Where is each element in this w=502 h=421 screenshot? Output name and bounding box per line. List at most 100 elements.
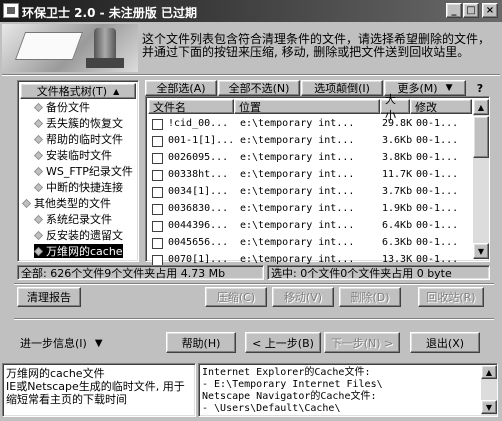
file-name-cell: !cid_00... bbox=[168, 118, 229, 129]
row-checkbox[interactable] bbox=[152, 136, 163, 147]
more-dropdown-icon: ▼ bbox=[445, 83, 453, 93]
tree-node-icon bbox=[34, 182, 43, 192]
column-header-size[interactable]: 大小 bbox=[380, 93, 410, 122]
scroll-down-icon[interactable]: ▼ bbox=[473, 243, 489, 259]
tree-node-icon bbox=[34, 166, 43, 176]
info-scroll-down-icon[interactable]: ▼ bbox=[481, 400, 497, 414]
info-scroll-up-icon[interactable]: ▲ bbox=[481, 365, 497, 379]
table-row[interactable]: 0044396... e:\temporary int... 6.4Kb 00-1..… bbox=[148, 218, 471, 235]
list-scrollbar[interactable]: ▲ ▼ bbox=[473, 99, 489, 259]
file-name-cell: 00338ht... bbox=[168, 169, 229, 180]
recycle-bin-button[interactable]: 回收站(R) bbox=[418, 287, 484, 307]
compress-button[interactable]: 压缩(C) bbox=[205, 287, 267, 307]
help-button[interactable]: 帮助(H) bbox=[166, 332, 236, 353]
category-description: 万维网的cache文件 IE或Netscape生成的临时文件, 用于缩短常看主页… bbox=[2, 363, 196, 417]
table-row[interactable]: 0034[1]... e:\temporary int... 3.7Kb 00-1..… bbox=[148, 184, 471, 201]
file-location-cell: e:\temporary int... bbox=[240, 118, 355, 129]
tree-item[interactable]: WS_FTP纪录文件 bbox=[34, 164, 133, 178]
file-size-cell: 3.8Kb bbox=[382, 152, 412, 163]
scroll-up-icon[interactable]: ▲ bbox=[473, 99, 489, 115]
tree-header[interactable]: 文件格式树(T) ▲ bbox=[20, 83, 136, 99]
title-bar[interactable]: 环保卫士 2.0 - 未注册版 已过期 _ □ × bbox=[0, 0, 502, 22]
file-modified-cell: 00-1... bbox=[416, 186, 459, 197]
file-name-cell: 0045656... bbox=[168, 237, 229, 248]
tree-item-label: 系统纪录文件 bbox=[46, 213, 112, 226]
banner-description: 这个文件列表包含符合清理条件的文件，请选择希望删除的文件，并通过下面的按钮来压缩… bbox=[142, 32, 491, 59]
row-checkbox[interactable] bbox=[152, 221, 163, 232]
tree-item[interactable]: 安装临时文件 bbox=[34, 148, 112, 162]
file-size-cell: 3.7Kb bbox=[382, 186, 412, 197]
cleanup-report-button[interactable]: 清理报告 bbox=[17, 287, 81, 307]
tree-item[interactable]: 丢失簇的恢复文 bbox=[34, 116, 123, 130]
table-row[interactable]: 0036830... e:\temporary int... 1.9Kb 00-1..… bbox=[148, 201, 471, 218]
stamp-graphic bbox=[94, 28, 116, 62]
more-info-toggle[interactable]: 进一步信息(I) ▼ bbox=[14, 333, 124, 353]
select-all-button[interactable]: 全部选(A) bbox=[145, 80, 217, 96]
table-row[interactable]: !cid_00... e:\temporary int... 29.8Kb 00-1.… bbox=[148, 116, 471, 133]
invert-selection-button[interactable]: 选项颠倒(I) bbox=[301, 80, 383, 96]
table-row[interactable]: 001-1[1]... e:\temporary int... 3.6Kb 00-1.… bbox=[148, 133, 471, 150]
row-checkbox[interactable] bbox=[152, 187, 163, 198]
file-location-cell: e:\temporary int... bbox=[240, 203, 355, 214]
column-header-location[interactable]: 位置 bbox=[234, 99, 380, 114]
tree-item[interactable]: 帮助的临时文件 bbox=[34, 132, 123, 146]
file-size-cell: 6.3Kb bbox=[382, 237, 412, 248]
tree-item[interactable]: 万维网的cache bbox=[34, 244, 123, 258]
file-modified-cell: 00-1... bbox=[416, 152, 459, 163]
tree-item[interactable]: 系统纪录文件 bbox=[34, 212, 112, 226]
tree-item-label: 万维网的cache bbox=[46, 245, 123, 258]
table-row[interactable]: 0026095... e:\temporary int... 3.8Kb 00-1..… bbox=[148, 150, 471, 167]
tree-node-icon bbox=[34, 118, 43, 128]
tree-item[interactable]: 反安装的遗留文 bbox=[34, 228, 123, 242]
close-button[interactable]: × bbox=[482, 3, 498, 18]
tree-node-icon bbox=[34, 230, 43, 240]
table-row[interactable]: 00338ht... e:\temporary int... 11.7Kb 00-1.… bbox=[148, 167, 471, 184]
select-none-button[interactable]: 全部不选(N) bbox=[218, 80, 300, 96]
file-location-cell: e:\temporary int... bbox=[240, 135, 355, 146]
column-header-name[interactable]: 文件名 bbox=[148, 99, 234, 114]
tree-item-label: 丢失簇的恢复文 bbox=[46, 117, 123, 130]
help-question-icon[interactable]: ? bbox=[470, 80, 490, 96]
next-button[interactable]: 下一步(N) > bbox=[324, 332, 400, 353]
back-button[interactable]: < 上一步(B) bbox=[245, 332, 321, 353]
tree-item[interactable]: 其他类型的文件 bbox=[22, 196, 111, 210]
row-checkbox[interactable] bbox=[152, 204, 163, 215]
tree-item-label: 备份文件 bbox=[46, 101, 90, 114]
table-row[interactable]: 0045656... e:\temporary int... 6.3Kb 00-1..… bbox=[148, 235, 471, 252]
tree-item[interactable]: 备份文件 bbox=[34, 100, 90, 114]
move-button[interactable]: 移动(V) bbox=[272, 287, 334, 307]
app-icon bbox=[3, 3, 19, 18]
file-name-cell: 0036830... bbox=[168, 203, 229, 214]
cache-location-text: Internet Explorer的Cache文件: - E:\Temporar… bbox=[202, 367, 383, 414]
file-type-tree[interactable]: 文件格式树(T) ▲ 备份文件丢失簇的恢复文帮助的临时文件 安装临时文件 WS_FT… bbox=[17, 80, 139, 262]
tree-item[interactable]: 中断的快捷连接 bbox=[34, 180, 123, 194]
row-checkbox[interactable] bbox=[152, 119, 163, 130]
row-checkbox[interactable] bbox=[152, 170, 163, 181]
row-checkbox[interactable] bbox=[152, 153, 163, 164]
file-name-cell: 0034[1]... bbox=[168, 186, 229, 197]
tree-node-icon bbox=[34, 150, 43, 160]
minimize-button[interactable]: _ bbox=[446, 3, 462, 18]
close-icon: × bbox=[485, 5, 495, 16]
tree-node-icon bbox=[34, 246, 43, 256]
tree-item-label: 其他类型的文件 bbox=[34, 197, 111, 210]
file-list[interactable]: 文件名 位置 大小 修改 !cid_00... e:\temporary int.… bbox=[145, 93, 490, 266]
tree-collapse-icon: ▲ bbox=[113, 86, 120, 96]
row-checkbox[interactable] bbox=[152, 238, 163, 249]
column-header-modified[interactable]: 修改 bbox=[410, 99, 472, 114]
scroll-thumb[interactable] bbox=[473, 116, 489, 158]
exit-button[interactable]: 退出(X) bbox=[410, 332, 480, 353]
file-modified-cell: 00-1... bbox=[416, 254, 459, 265]
tree-node-icon bbox=[34, 214, 43, 224]
file-location-cell: e:\temporary int... bbox=[240, 237, 355, 248]
file-location-cell: e:\temporary int... bbox=[240, 254, 355, 265]
tree-list[interactable]: 备份文件丢失簇的恢复文帮助的临时文件 安装临时文件 WS_FTP纪录文件 中断的快捷连… bbox=[20, 99, 136, 259]
status-selected: 选中: 0个文件0个文件夹占用 0 byte bbox=[267, 265, 490, 280]
cache-location-info: Internet Explorer的Cache文件: - E:\Temporar… bbox=[198, 363, 498, 417]
window-title: 环保卫士 2.0 - 未注册版 已过期 bbox=[22, 6, 197, 20]
maximize-button[interactable]: □ bbox=[463, 3, 479, 18]
delete-button[interactable]: 删除(D) bbox=[339, 287, 401, 307]
file-size-cell: 29.8Kb bbox=[382, 118, 412, 129]
tree-item-label: 安装临时文件 bbox=[46, 149, 112, 162]
info-scrollbar[interactable]: ▲ ▼ bbox=[481, 365, 497, 415]
